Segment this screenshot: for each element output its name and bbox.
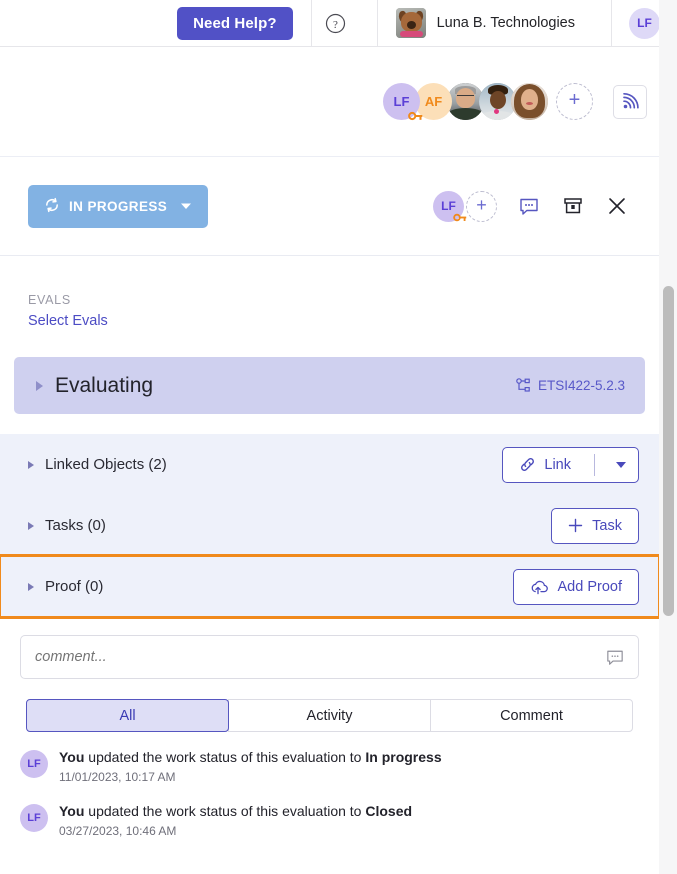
- comment-composer: [0, 617, 659, 679]
- section-title: Tasks (0): [45, 517, 106, 534]
- activity-timestamp: 03/27/2023, 10:46 AM: [59, 823, 177, 838]
- add-task-label: Task: [592, 517, 622, 534]
- comment-bubble-icon[interactable]: [606, 649, 624, 666]
- triangle-right-icon[interactable]: [28, 521, 34, 530]
- evaluating-title: Evaluating: [55, 373, 154, 397]
- header-action-group: LF +: [433, 186, 637, 226]
- evaluating-reference-tag: ETSI422-5.2.3: [515, 378, 625, 393]
- tab-comment[interactable]: Comment: [430, 699, 633, 732]
- activity-actor: You: [59, 802, 85, 819]
- activity-actor: You: [59, 749, 85, 765]
- cloud-upload-icon: [530, 579, 549, 595]
- member-avatar-strip: LF AF +: [0, 47, 677, 156]
- evals-label: EVALS: [28, 293, 71, 307]
- activity-target: In progress: [365, 749, 442, 765]
- key-badge-icon: [408, 110, 423, 122]
- add-assignee-button[interactable]: +: [466, 190, 497, 222]
- vertical-scrollbar-thumb[interactable]: [663, 286, 674, 616]
- add-task-button[interactable]: Task: [551, 507, 639, 544]
- status-label: IN PROGRESS: [69, 198, 168, 214]
- triangle-right-icon[interactable]: [28, 582, 34, 591]
- activity-feed: LF You updated the work status of this e…: [0, 732, 659, 838]
- org-logo-dog-photo: [395, 8, 426, 38]
- link-button[interactable]: Link: [502, 446, 639, 483]
- activity-body: updated the work status of this evaluati…: [84, 802, 366, 819]
- rss-feed-icon[interactable]: [613, 84, 647, 119]
- key-badge-icon: [452, 212, 467, 224]
- activity-timestamp: 11/01/2023, 10:17 AM: [59, 769, 176, 784]
- archive-box-icon[interactable]: [553, 186, 593, 226]
- activity-target: Closed: [365, 802, 413, 819]
- comment-bubble-icon[interactable]: [509, 186, 549, 226]
- activity-body: updated the work status of this evaluati…: [84, 749, 366, 765]
- top-header-bar: Need Help? ? Luna B. Technologies LF: [0, 0, 677, 47]
- add-proof-label: Add Proof: [557, 578, 623, 595]
- activity-text: You updated the work status of this eval…: [59, 748, 442, 767]
- app-root: Need Help? ? Luna B. Technologies LF LF: [0, 0, 677, 874]
- comment-input-box[interactable]: [20, 635, 639, 679]
- evaluating-tag-label: ETSI422-5.2.3: [537, 378, 625, 393]
- link-button-label: Link: [544, 456, 571, 473]
- activity-filter-tabs: All Activity Comment: [26, 699, 633, 732]
- tab-activity[interactable]: Activity: [228, 699, 431, 732]
- detail-panel-header: IN PROGRESS LF +: [0, 157, 659, 256]
- add-proof-button[interactable]: Add Proof: [512, 568, 639, 605]
- avatar-person-photo-3[interactable]: [511, 83, 548, 120]
- comment-input[interactable]: [35, 649, 606, 665]
- assignee-avatar[interactable]: LF: [433, 190, 467, 224]
- header-divider-3: [611, 0, 612, 47]
- activity-avatar: LF: [20, 750, 48, 778]
- section-title: Linked Objects (2): [45, 456, 167, 473]
- plus-icon: [568, 518, 583, 533]
- need-help-button[interactable]: Need Help?: [177, 6, 293, 40]
- avatar-lf[interactable]: LF: [383, 83, 423, 122]
- organization-selector[interactable]: Luna B. Technologies: [378, 0, 593, 47]
- link-dropdown-caret[interactable]: [604, 448, 638, 482]
- question-circle-icon[interactable]: ?: [312, 0, 359, 47]
- triangle-right-icon[interactable]: [28, 460, 34, 469]
- avatar-initials: AF: [424, 94, 443, 109]
- close-x-icon[interactable]: [597, 186, 637, 226]
- button-divider: [594, 453, 595, 476]
- chevron-down-icon: [616, 461, 626, 468]
- user-avatar[interactable]: LF: [629, 7, 660, 39]
- activity-item: LF You updated the work status of this e…: [20, 802, 639, 838]
- hierarchy-node-icon: [515, 378, 531, 393]
- evaluation-detail-panel: IN PROGRESS LF + EVALS Select Evals Eval…: [0, 156, 659, 874]
- section-row-proof: Proof (0) Add Proof: [0, 554, 659, 619]
- activity-text: You updated the work status of this eval…: [59, 802, 412, 821]
- organization-name: Luna B. Technologies: [436, 15, 575, 31]
- section-row-linked-objects: Linked Objects (2) Link: [0, 434, 659, 495]
- add-member-button[interactable]: +: [556, 83, 593, 120]
- activity-avatar: LF: [20, 803, 48, 832]
- select-evals-link[interactable]: Select Evals: [28, 313, 659, 329]
- avatar-initials: LF: [393, 94, 410, 109]
- tab-all[interactable]: All: [26, 699, 229, 732]
- svg-text:?: ?: [333, 19, 338, 31]
- vertical-scrollbar-track[interactable]: [659, 0, 677, 718]
- evals-block: EVALS Select Evals: [0, 256, 659, 329]
- chevron-down-icon: [180, 202, 192, 210]
- sections-list: Linked Objects (2) Link Tasks (0) Task P…: [0, 434, 659, 619]
- detail-panel-body: EVALS Select Evals Evaluating ETSI422-5.…: [0, 256, 659, 874]
- link-chain-icon: [519, 456, 536, 473]
- section-row-tasks: Tasks (0) Task: [0, 495, 659, 556]
- evaluating-header-row[interactable]: Evaluating ETSI422-5.2.3: [14, 357, 645, 414]
- activity-item: LF You updated the work status of this e…: [20, 748, 639, 784]
- status-dropdown-button[interactable]: IN PROGRESS: [28, 184, 209, 228]
- avatar-group: LF AF +: [383, 83, 593, 122]
- triangle-right-icon[interactable]: [36, 380, 43, 391]
- refresh-icon: [44, 197, 60, 216]
- section-title: Proof (0): [45, 578, 104, 595]
